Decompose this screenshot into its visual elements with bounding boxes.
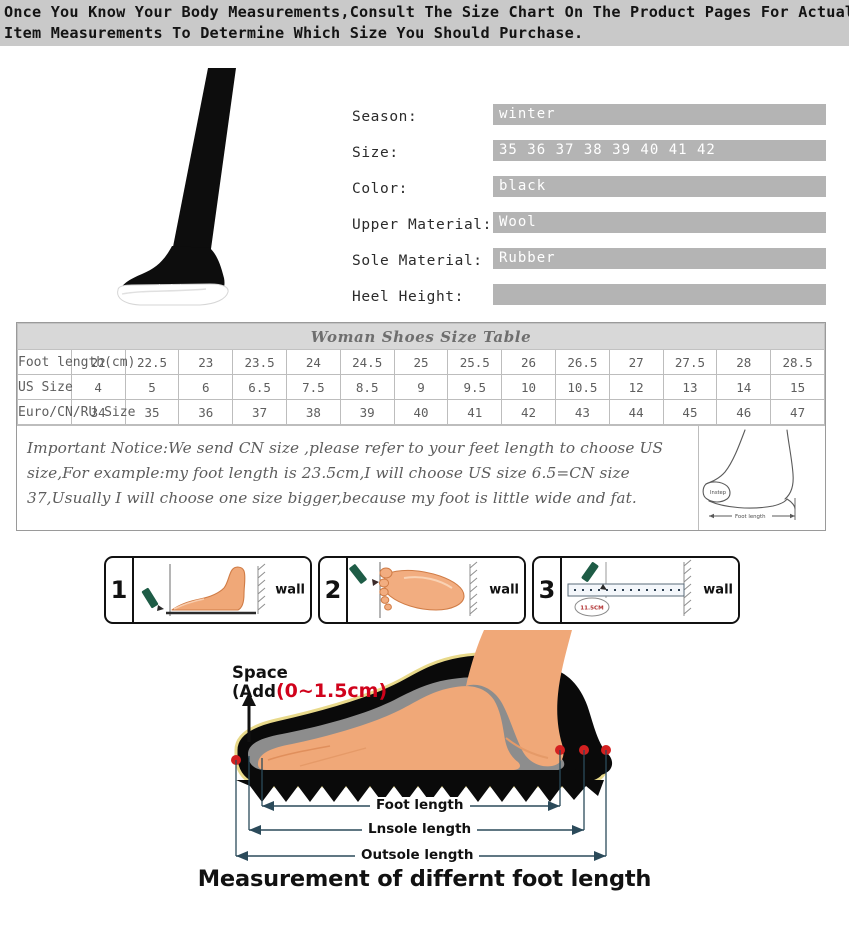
step-1-number: 1	[106, 558, 134, 622]
cell-us-size-5: 8.5	[339, 374, 395, 400]
step-2: 2 wall	[318, 556, 526, 624]
size-chart-box: Woman Shoes Size Table Foot length(cm) 2…	[16, 322, 826, 531]
cell-foot-length-12: 28	[716, 349, 772, 375]
cell-euro-size-5: 39	[339, 399, 395, 425]
spec-row-size: Size: 35 36 37 38 39 40 41 42	[352, 140, 828, 176]
cell-foot-length-5: 24.5	[339, 349, 395, 375]
cell-us-size-9: 10.5	[554, 374, 610, 400]
cell-euro-size-10: 44	[608, 399, 664, 425]
cell-foot-length-2: 23	[178, 349, 234, 375]
spec-label-heel-height: Heel Height:	[352, 289, 464, 305]
size-chart-title: Woman Shoes Size Table	[17, 323, 825, 350]
space-label-add: (Add	[232, 682, 276, 701]
product-info-section: slow feet Season: winter Size: 35 36 37 …	[0, 46, 849, 314]
important-notice-text: Important Notice:We send CN size ,please…	[27, 439, 664, 507]
cell-foot-length-4: 24	[285, 349, 341, 375]
cell-euro-size-9: 43	[554, 399, 610, 425]
spec-row-sole-material: Sole Material: Rubber	[352, 248, 828, 284]
spec-row-color: Color: black	[352, 176, 828, 212]
row-header-foot-length: Foot length(cm)	[17, 349, 135, 375]
size-chart-table: Woman Shoes Size Table Foot length(cm) 2…	[17, 323, 825, 425]
cell-us-size-0: 4	[70, 374, 126, 400]
cell-euro-size-3: 37	[232, 399, 287, 425]
foot-length-label: Foot length	[735, 514, 766, 520]
cell-foot-length-7: 25.5	[447, 349, 503, 375]
step-1: 1 wall	[104, 556, 312, 624]
cell-us-size-13: 15	[770, 374, 825, 400]
product-image-boot: slow feet	[60, 56, 340, 306]
table-row-foot-length: Foot length(cm) 22 22.5 23 23.5 24 24.5 …	[17, 349, 825, 375]
top-notice-banner: Once You Know Your Body Measurements,Con…	[0, 0, 849, 46]
notice-line-2: Item Measurements To Determine Which Siz…	[4, 24, 584, 42]
step-3-number: 3	[534, 558, 562, 622]
cell-euro-size-2: 36	[178, 399, 234, 425]
measuring-steps: 1 wall 2 wall 3 11.5CM wall	[104, 556, 744, 624]
step-2-number: 2	[320, 558, 348, 622]
step-2-illustration: wall	[348, 558, 524, 622]
spec-label-sole-material: Sole Material:	[352, 253, 483, 269]
size-chart-title-row: Woman Shoes Size Table	[17, 323, 825, 350]
cell-us-size-3: 6.5	[232, 374, 287, 400]
row-header-us-size: US Size	[17, 374, 73, 400]
step-3-wall-label: wall	[703, 582, 733, 598]
cell-us-size-11: 13	[662, 374, 718, 400]
cell-us-size-7: 9.5	[447, 374, 503, 400]
foot-side-diagram: Instep Foot length	[698, 426, 825, 530]
cell-foot-length-8: 26	[501, 349, 556, 375]
space-label-range: (0~1.5cm)	[275, 680, 388, 702]
cell-foot-length-10: 27	[608, 349, 664, 375]
cell-foot-length-11: 27.5	[662, 349, 718, 375]
cell-euro-size-8: 42	[501, 399, 556, 425]
notice-line-1: Once You Know Your Body Measurements,Con…	[4, 3, 849, 21]
spec-value-size: 35 36 37 38 39 40 41 42	[493, 140, 826, 161]
instep-label: Instep	[710, 490, 727, 496]
important-notice-row: Important Notice:We send CN size ,please…	[17, 425, 825, 530]
spec-list: Season: winter Size: 35 36 37 38 39 40 4…	[352, 104, 828, 320]
cell-us-size-6: 9	[393, 374, 449, 400]
spec-row-upper-material: Upper Material: Wool	[352, 212, 828, 248]
cell-euro-size-7: 41	[447, 399, 503, 425]
cell-foot-length-13: 28.5	[770, 349, 825, 375]
dim-label-foot-length: Foot length	[370, 797, 470, 813]
cell-euro-size-13: 47	[770, 399, 825, 425]
cell-foot-length-6: 25	[393, 349, 449, 375]
spec-label-season: Season:	[352, 109, 418, 125]
step-1-wall-label: wall	[275, 582, 305, 598]
spec-label-color: Color:	[352, 181, 408, 197]
cell-us-size-4: 7.5	[285, 374, 341, 400]
step-1-illustration: wall	[134, 558, 310, 622]
row-header-euro-size: Euro/CN/RU Size	[17, 399, 135, 425]
cell-euro-size-11: 45	[662, 399, 718, 425]
cell-us-size-12: 14	[716, 374, 772, 400]
cell-us-size-1: 5	[124, 374, 180, 400]
step-2-wall-label: wall	[489, 582, 519, 598]
spec-label-size: Size:	[352, 145, 399, 161]
cell-foot-length-3: 23.5	[232, 349, 287, 375]
spec-value-sole-material: Rubber	[493, 248, 826, 269]
spec-value-heel-height	[493, 284, 826, 305]
space-label: Space (Add(0~1.5cm)	[232, 664, 387, 701]
step-3-measure-label: 11.5CM	[580, 606, 604, 612]
svg-text:slow feet: slow feet	[156, 284, 182, 290]
cell-euro-size-4: 38	[285, 399, 341, 425]
spec-value-upper-material: Wool	[493, 212, 826, 233]
step-3-illustration: 11.5CM wall	[562, 558, 738, 622]
dim-label-insole-length: Lnsole length	[362, 821, 478, 837]
cell-us-size-8: 10	[501, 374, 556, 400]
dim-label-outsole-length: Outsole length	[355, 847, 480, 863]
cell-us-size-2: 6	[178, 374, 234, 400]
cell-foot-length-9: 26.5	[554, 349, 610, 375]
table-row-euro-cn-ru-size: Euro/CN/RU Size 34 35 36 37 38 39 40 41 …	[17, 399, 825, 425]
step-3: 3 11.5CM wall	[532, 556, 740, 624]
measurement-diagram-title: Measurement of differnt foot length	[197, 866, 652, 892]
spec-row-heel-height: Heel Height:	[352, 284, 828, 320]
cell-euro-size-12: 46	[716, 399, 772, 425]
table-row-us-size: US Size 4 5 6 6.5 7.5 8.5 9 9.5 10 10.5 …	[17, 374, 825, 400]
spec-label-upper-material: Upper Material:	[352, 217, 492, 233]
spec-value-color: black	[493, 176, 826, 197]
cell-euro-size-6: 40	[393, 399, 449, 425]
spec-row-season: Season: winter	[352, 104, 828, 140]
spec-value-season: winter	[493, 104, 826, 125]
cell-us-size-10: 12	[608, 374, 664, 400]
